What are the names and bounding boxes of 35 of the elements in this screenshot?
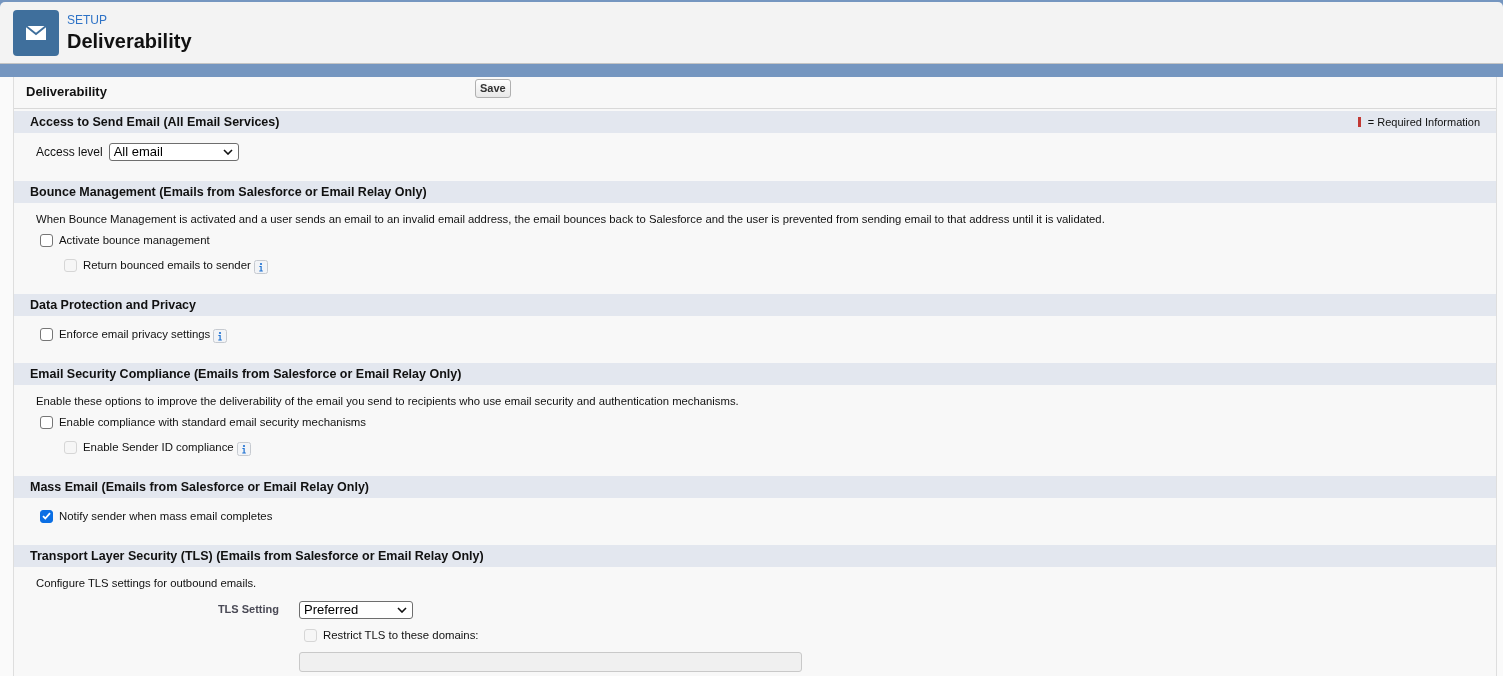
field-label: Access level	[36, 144, 103, 161]
checkbox[interactable]	[40, 233, 53, 247]
chevron-down-icon	[222, 149, 233, 155]
section-title: Mass Email (Emails from Salesforce or Email Relay Only)	[30, 478, 370, 496]
checkbox-label: Enforce email privacy settings	[59, 327, 211, 342]
field-label: TLS Setting	[216, 602, 279, 617]
save-button[interactable]: Save	[475, 79, 511, 98]
checkbox-label: Enable Sender ID compliance	[83, 440, 234, 455]
checkbox-label: Restrict TLS to these domains:	[323, 628, 479, 643]
section-title: Bounce Management (Emails from Salesforce or Email Relay Only)	[30, 183, 427, 201]
chevron-down-icon	[397, 607, 407, 613]
dropdown[interactable]: All email	[108, 143, 239, 161]
section-title: Access to Send Email (All Email Services)	[30, 113, 280, 131]
section-title: Transport Layer Security (TLS) (Emails from Salesforce or Email Relay Only)	[30, 547, 484, 565]
checkmark-icon	[42, 512, 51, 520]
legend-text: = Required Information	[1367, 114, 1480, 130]
info-icon[interactable]	[213, 328, 228, 343]
description-text: Enable these options to improve the deliverability of the email you send to recipients who use email security and authentication mechanisms.	[35, 394, 740, 409]
description-text: When Bounce Management is activated and a user sends an email to an invalid email address, the email bounces back to Salesforce and the user is prevented from sending email to that address until it is validated.	[35, 212, 1106, 227]
description-text: Configure TLS settings for outbound emails.	[35, 576, 258, 591]
checkbox[interactable]	[40, 415, 53, 429]
checkbox-label: Activate bounce management	[59, 233, 210, 248]
section-title: Data Protection and Privacy	[30, 296, 197, 314]
envelope-icon	[13, 9, 59, 56]
dropdown[interactable]: Preferred	[299, 601, 413, 619]
breadcrumb-text: SETUP	[67, 12, 108, 27]
checkbox-label: Enable compliance with standard email security mechanisms	[59, 415, 367, 430]
checkbox[interactable]	[40, 327, 53, 341]
checkbox-label: Notify sender when mass email completes	[59, 509, 273, 524]
required-marker-icon	[1357, 117, 1361, 127]
panel-title: Deliverability	[26, 84, 107, 99]
section-title: Email Security Compliance (Emails from Salesforce or Email Relay Only)	[30, 365, 462, 383]
checkbox-label: Return bounced emails to sender	[83, 258, 251, 273]
checkbox[interactable]	[40, 509, 53, 523]
page-title: Deliverability	[67, 28, 192, 53]
